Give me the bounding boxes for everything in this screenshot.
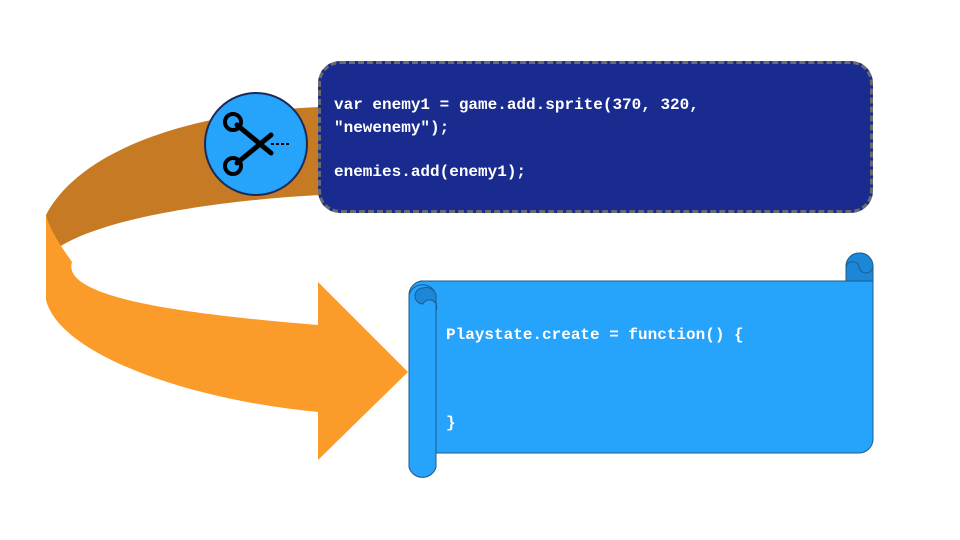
scroll-shape <box>408 252 874 478</box>
scroll-line-2: } <box>446 414 456 432</box>
slide: var enemy1 = game.add.sprite(370, 320, "… <box>0 0 960 540</box>
scroll-line-1: Playstate.create = function() { <box>446 326 744 344</box>
